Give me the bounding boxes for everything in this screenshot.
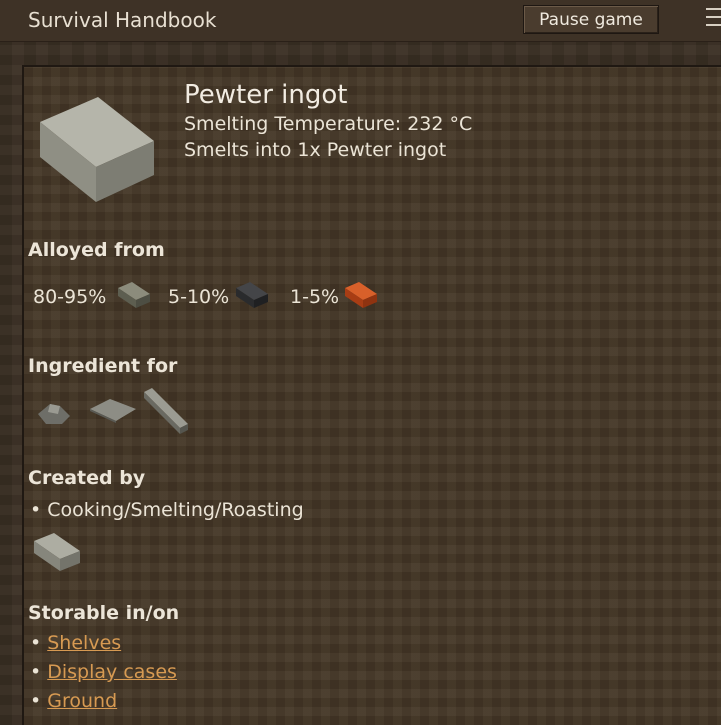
created-by-method-label: Cooking/Smelting/Roasting (47, 499, 304, 521)
display-cases-link[interactable]: Display cases (47, 661, 177, 683)
alloy-percent-tin: 80-95% (33, 286, 107, 308)
item-title: Pewter ingot (184, 80, 348, 110)
pewter-lantern-icon[interactable] (36, 400, 72, 428)
copper-ingot-icon[interactable] (343, 280, 381, 310)
pewter-plate-icon[interactable] (88, 395, 138, 425)
ingredient-for-heading: Ingredient for (28, 355, 178, 377)
storable-item-display-cases: • Display cases (30, 661, 177, 683)
smelts-into: Smelts into 1x Pewter ingot (184, 139, 447, 161)
tin-ingot-icon[interactable] (116, 280, 154, 310)
pewter-ingot-icon (40, 97, 154, 202)
created-by-method: • Cooking/Smelting/Roasting (30, 499, 304, 521)
smelting-temperature: Smelting Temperature: 232 °C (184, 113, 473, 135)
shelves-link[interactable]: Shelves (47, 632, 121, 654)
pause-game-button[interactable]: Pause game (523, 5, 659, 34)
lead-ingot-icon[interactable] (234, 280, 272, 310)
pewter-bar-icon[interactable] (140, 386, 192, 436)
alloyed-from-heading: Alloyed from (28, 239, 165, 261)
hamburger-menu-icon[interactable] (706, 8, 721, 32)
storable-heading: Storable in/on (28, 602, 180, 624)
window-title: Survival Handbook (28, 8, 217, 32)
storable-item-ground: • Ground (30, 690, 118, 712)
title-bar: Survival Handbook Pause game (0, 0, 721, 42)
storable-item-shelves: • Shelves (30, 632, 122, 654)
created-by-heading: Created by (28, 467, 146, 489)
ground-link[interactable]: Ground (47, 690, 117, 712)
pewter-ingot-small-icon[interactable] (32, 531, 84, 573)
alloy-percent-copper: 1-5% (290, 286, 340, 308)
alloy-percent-lead: 5-10% (168, 286, 230, 308)
